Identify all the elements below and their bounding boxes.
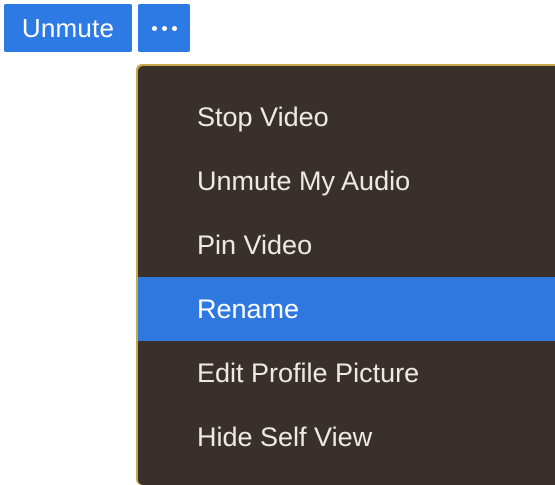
menu-item-edit-profile-picture[interactable]: Edit Profile Picture [138,341,555,405]
menu-item-pin-video[interactable]: Pin Video [138,213,555,277]
menu-item-stop-video[interactable]: Stop Video [138,85,555,149]
more-horizontal-icon [161,25,167,31]
menu-item-unmute-my-audio[interactable]: Unmute My Audio [138,149,555,213]
more-options-button[interactable] [138,4,190,52]
menu-item-hide-self-view[interactable]: Hide Self View [138,405,555,469]
menu-item-rename[interactable]: Rename [138,277,555,341]
context-menu: Stop Video Unmute My Audio Pin Video Ren… [138,66,555,485]
participant-controls: Unmute Stop Video Unmute My Audio Pin Vi… [0,0,555,485]
more-horizontal-icon [151,25,157,31]
more-horizontal-icon [171,25,177,31]
unmute-button[interactable]: Unmute [4,4,132,52]
